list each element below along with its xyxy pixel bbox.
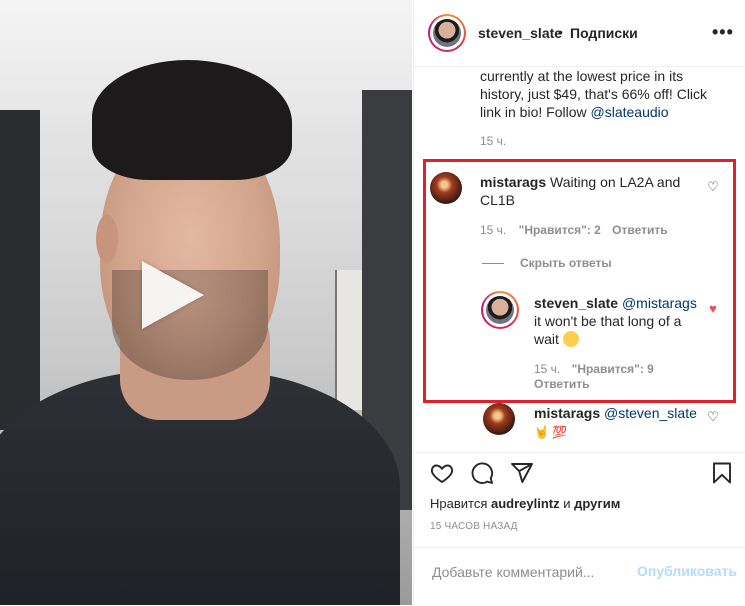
post-timestamp[interactable]: 15 ЧАСОВ НАЗАД	[430, 521, 518, 532]
separator-dot: •	[558, 24, 563, 40]
liked-by-others-link[interactable]: другим	[574, 496, 620, 511]
post-author-username[interactable]: steven_slate	[478, 25, 562, 41]
share-icon[interactable]	[510, 461, 534, 485]
liked-by-prefix: Нравится	[430, 496, 491, 511]
comment-username[interactable]: mistarags	[480, 174, 546, 190]
caption-text: currently at the lowest price in its	[480, 68, 684, 84]
reply-button[interactable]: Ответить	[612, 223, 667, 237]
avatar[interactable]	[430, 172, 462, 204]
video-person	[92, 60, 292, 180]
comment-body: mistarags Waiting on LA2A and CL1B	[480, 173, 700, 209]
video-background	[0, 110, 40, 430]
heart-outline-icon[interactable]: ♡	[706, 410, 720, 424]
heart-filled-icon[interactable]: ♥	[706, 302, 720, 316]
caption-text: link in bio! Follow	[480, 104, 591, 120]
reply-mention-link[interactable]: @mistarags	[622, 295, 697, 311]
post-caption: currently at the lowest price in its his…	[480, 67, 720, 121]
more-horizontal-icon[interactable]: •••	[712, 22, 734, 43]
comment-username[interactable]: steven_slate	[534, 295, 618, 311]
reply-body: mistarags @steven_slate 🤘 💯	[534, 404, 704, 441]
reply-button[interactable]: Ответить	[534, 377, 589, 391]
comment-likes-count[interactable]: "Нравится": 2	[519, 223, 601, 237]
liked-by-user-link[interactable]: audreylintz	[491, 496, 560, 511]
comment-input[interactable]	[430, 561, 634, 583]
following-button[interactable]: Подписки	[570, 25, 638, 41]
video-background	[335, 270, 362, 410]
publish-button[interactable]: Опубликовать	[637, 563, 737, 579]
avatar[interactable]	[433, 19, 461, 47]
emoji-text: 🤘 💯	[534, 425, 568, 439]
liked-by-summary: Нравится audreylintz и другим	[430, 496, 620, 511]
comment-meta: 15 ч. "Нравится": 2 Ответить	[480, 223, 668, 237]
comment-text: it won't be that long of a	[534, 313, 682, 329]
post-header: steven_slate • Подписки •••	[414, 0, 745, 67]
hide-replies-button[interactable]: Скрыть ответы	[520, 256, 612, 270]
smile-emoji-icon	[562, 331, 579, 347]
comment-timestamp[interactable]: 15 ч.	[480, 223, 506, 237]
heart-outline-icon[interactable]: ♡	[706, 180, 720, 194]
comment-composer: Опубликовать	[414, 547, 745, 606]
comment-text: CL1B	[480, 192, 516, 208]
comment-meta: 15 ч. "Нравится": 9 Ответить	[534, 362, 694, 392]
comment-timestamp[interactable]: 15 ч.	[534, 362, 560, 376]
caption-mention-link[interactable]: @slateaudio	[591, 104, 669, 120]
bookmark-icon[interactable]	[710, 461, 734, 485]
comment-text: Waiting on LA2A and	[546, 174, 681, 190]
video-person	[96, 215, 118, 263]
play-icon[interactable]	[142, 261, 204, 329]
comment-username[interactable]: mistarags	[534, 405, 600, 421]
post-sidebar: steven_slate • Подписки ••• currently at…	[413, 0, 745, 605]
action-bar: Нравится audreylintz и другим 15 ЧАСОВ Н…	[414, 452, 745, 532]
reply-mention-link[interactable]: @steven_slate	[604, 405, 697, 421]
reply-body: steven_slate @mistarags it won't be that…	[534, 294, 704, 348]
caption-text: history, just $49, that's 66% off! Click	[480, 86, 708, 102]
comment-text: wait	[534, 331, 563, 347]
heart-outline-icon[interactable]	[430, 461, 454, 485]
avatar[interactable]	[486, 296, 514, 324]
comment-likes-count[interactable]: "Нравится": 9	[572, 362, 654, 376]
caption-timestamp[interactable]: 15 ч.	[480, 134, 506, 148]
comment-icon[interactable]	[470, 461, 494, 485]
liked-by-and: и	[559, 496, 575, 511]
post-video[interactable]	[0, 0, 412, 605]
avatar[interactable]	[483, 403, 515, 435]
comments-list[interactable]: currently at the lowest price in its his…	[414, 67, 745, 452]
divider	[482, 263, 504, 264]
